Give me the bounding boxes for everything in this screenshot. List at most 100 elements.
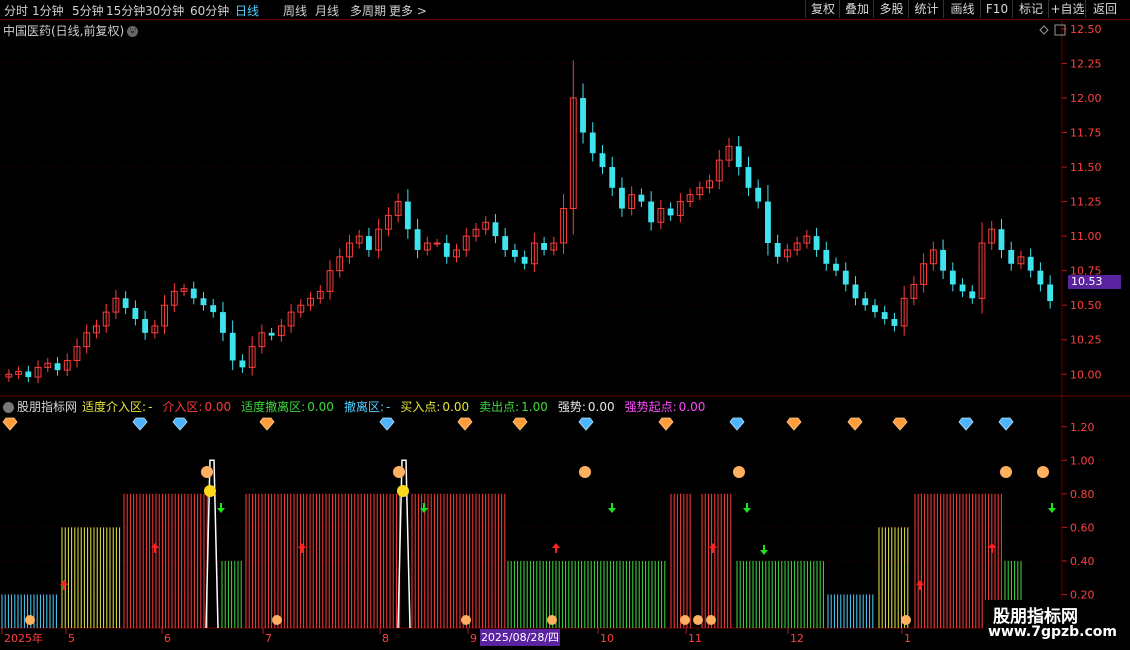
candle-body-down: [833, 263, 839, 271]
candle-body-down: [842, 270, 849, 285]
indicator-field-2: 适度撤离区: 0.00: [241, 400, 339, 414]
hand-marker-bottom: [680, 615, 690, 625]
candle-body-down: [190, 288, 197, 299]
candle-body-down: [619, 187, 625, 209]
time-axis-label: 7: [265, 632, 272, 645]
indicator-toggle-icon[interactable]: [3, 402, 14, 413]
indicator-field-0: 适度介入区: -: [82, 400, 157, 414]
candle-body-down: [1047, 284, 1054, 302]
candle-body-down: [745, 167, 752, 188]
hand-marker-bottom: [901, 615, 911, 625]
up-arrow-icon: [916, 580, 924, 590]
chart-canvas[interactable]: 12.5012.2512.0011.7511.5011.2511.0010.75…: [0, 0, 1130, 650]
candle-body-down: [609, 167, 616, 188]
indicator-field-4: 买入点: 0.00: [400, 400, 474, 414]
diamond-marker: [512, 417, 528, 431]
time-axis-label: 11: [688, 632, 702, 645]
diamond-toggle-icon: [1039, 25, 1049, 35]
down-arrow-icon: [217, 503, 225, 513]
candle-body-down: [210, 305, 217, 313]
price-tick-label: 12.25: [1070, 57, 1102, 70]
time-axis-label: 6: [164, 632, 171, 645]
indicator-header: 股朋指标网 适度介入区: - 介入区: 0.00 适度撤离区: 0.00 撤离区: - 买入点: 0…: [3, 398, 715, 415]
down-arrow-icon: [743, 503, 751, 513]
time-axis-label: 12: [790, 632, 804, 645]
candle-body-down: [755, 187, 762, 202]
candle-body-down: [823, 249, 830, 264]
last-price-tag: 10.53: [1068, 275, 1121, 289]
hand-marker: [393, 466, 405, 478]
diamond-marker: [457, 417, 473, 431]
indicator-name: 股朋指标网: [17, 400, 78, 414]
indicator-tick-label: 1.00: [1070, 454, 1095, 467]
candle-body-down: [969, 291, 976, 299]
candle-body-down: [599, 153, 606, 168]
indicator-field-6: 强势: 0.00: [558, 400, 620, 414]
up-arrow-icon: [151, 543, 159, 553]
indicator-tick-label: 0.60: [1070, 521, 1095, 534]
candle-body-down: [492, 222, 499, 237]
hand-marker-bottom: [461, 615, 471, 625]
up-arrow-icon: [552, 543, 560, 553]
candle-body-down: [1037, 270, 1044, 285]
diamond-marker: [729, 417, 745, 431]
candle-body-down: [638, 194, 645, 202]
diamond-marker: [847, 417, 863, 431]
hand-marker-bottom: [693, 615, 703, 625]
down-arrow-icon: [760, 545, 768, 555]
diamond-marker: [172, 417, 188, 431]
indicator-tick-label: 0.80: [1070, 488, 1095, 501]
candle-body-down: [735, 146, 742, 168]
candle-body-down: [54, 363, 61, 371]
candle-body-down: [200, 298, 207, 306]
candle-body-up: [433, 242, 441, 245]
candle-body-down: [443, 243, 450, 257]
indicator-field-value: 0.00: [307, 400, 334, 414]
down-arrow-icon: [1048, 503, 1056, 513]
candle-body-down: [998, 229, 1005, 250]
indicator-field-value: 1.00: [521, 400, 548, 414]
candle-body-down: [220, 312, 226, 333]
diamond-marker: [379, 417, 395, 431]
candle-body-down: [959, 284, 966, 292]
price-tick-label: 11.50: [1070, 161, 1102, 174]
time-axis-label: 8: [382, 632, 389, 645]
watermark-url: www.7gpzb.com: [988, 624, 1118, 640]
indicator-field-label: 撤离区:: [343, 400, 384, 414]
indicator-field-value: 0.00: [678, 400, 706, 414]
indicator-field-value: 0.00: [442, 400, 470, 414]
diamond-marker: [2, 417, 18, 431]
indicator-tick-label: 1.20: [1070, 421, 1095, 434]
candle-body-down: [949, 270, 956, 285]
time-axis-label: 2025年: [4, 631, 43, 645]
indicator-field-label: 买入点:: [400, 400, 441, 414]
indicator-field-label: 适度介入区:: [82, 400, 147, 414]
indicator-tick-label: 0.40: [1070, 555, 1095, 568]
candle-body-down: [122, 298, 129, 308]
hand-marker: [1037, 466, 1049, 478]
candle-body-down: [268, 332, 275, 336]
smiley-marker: [204, 485, 216, 497]
indicator-field-label: 介入区:: [162, 400, 203, 414]
candle-body-down: [25, 371, 32, 378]
indicator-field-value: 0.00: [204, 400, 232, 414]
candle-body-down: [142, 319, 149, 333]
candle-body-down: [589, 132, 596, 154]
candle-body-down: [541, 243, 548, 250]
candle-body-down: [1008, 249, 1015, 264]
indicator-field-label: 强势:: [557, 400, 586, 414]
diamond-marker: [998, 417, 1014, 431]
indicator-field-label: 卖出点:: [479, 400, 520, 414]
price-tick-label: 12.50: [1070, 23, 1102, 36]
price-tick-label: 11.00: [1070, 230, 1102, 243]
time-axis-label: 5: [68, 632, 75, 645]
price-tick-label: 12.00: [1070, 92, 1102, 105]
candle-body-down: [229, 332, 236, 361]
candle-body-down: [239, 360, 246, 368]
candle-body-down: [404, 201, 411, 230]
selected-date-tag: 2025/08/28/四: [480, 629, 560, 646]
time-axis-label: 9: [470, 632, 477, 645]
indicator-field-label: 适度撤离区:: [241, 400, 306, 414]
candle-body-down: [774, 243, 781, 257]
price-tick-label: 10.25: [1070, 334, 1102, 347]
